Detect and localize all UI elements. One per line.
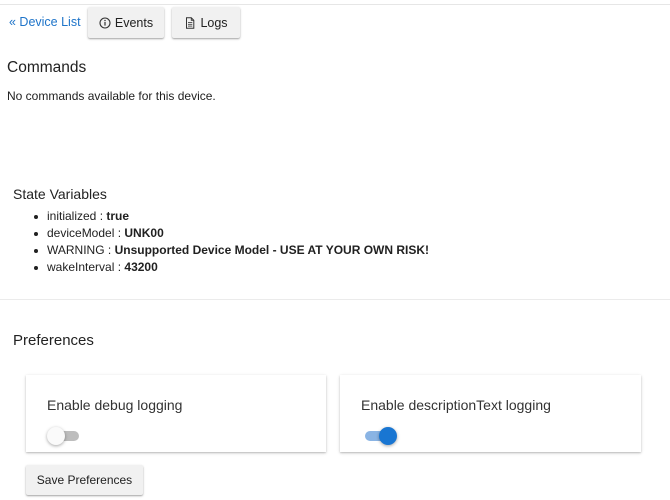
- state-variables-list: initialized : true deviceModel : UNK00 W…: [32, 208, 429, 276]
- top-divider: [0, 4, 670, 5]
- state-variable-item: wakeInterval : 43200: [32, 259, 429, 276]
- debug-logging-toggle[interactable]: [47, 427, 83, 445]
- state-variables-heading: State Variables: [13, 186, 107, 202]
- preferences-heading: Preferences: [13, 332, 94, 349]
- state-variable-key: initialized: [47, 209, 97, 223]
- state-variable-key: deviceModel: [47, 226, 115, 240]
- save-preferences-button[interactable]: Save Preferences: [26, 465, 143, 495]
- state-variable-separator: :: [96, 209, 107, 223]
- events-button-label: Events: [114, 15, 154, 30]
- state-variable-key: wakeInterval: [47, 260, 115, 274]
- description-text-logging-card: Enable descriptionText logging: [340, 375, 641, 452]
- state-variable-value: Unsupported Device Model - USE AT YOUR O…: [114, 243, 430, 257]
- commands-heading: Commands: [7, 59, 87, 76]
- state-variable-value: UNK00: [124, 226, 164, 240]
- state-variable-separator: :: [114, 226, 125, 240]
- device-page: « Device List Events Logs Commands No co…: [0, 0, 670, 500]
- commands-empty-message: No commands available for this device.: [7, 89, 216, 103]
- description-text-logging-label: Enable descriptionText logging: [361, 397, 551, 413]
- toggle-thumb: [379, 427, 397, 445]
- debug-logging-label: Enable debug logging: [47, 397, 183, 413]
- toggle-thumb: [47, 427, 65, 445]
- state-variable-value: true: [106, 209, 130, 223]
- logs-button[interactable]: Logs: [172, 7, 240, 38]
- device-list-link[interactable]: « Device List: [9, 15, 81, 29]
- state-variable-item: WARNING : Unsupported Device Model - USE…: [32, 242, 429, 259]
- document-icon: [184, 16, 196, 29]
- state-variable-separator: :: [114, 260, 125, 274]
- state-variable-value: 43200: [124, 260, 158, 274]
- logs-button-label: Logs: [200, 15, 228, 30]
- debug-logging-card: Enable debug logging: [26, 375, 326, 452]
- section-divider: [0, 299, 670, 300]
- info-icon: [99, 16, 111, 29]
- events-button[interactable]: Events: [88, 7, 164, 38]
- state-variable-item: initialized : true: [32, 208, 429, 225]
- description-text-logging-toggle[interactable]: [361, 427, 397, 445]
- state-variable-separator: :: [104, 243, 115, 257]
- state-variable-item: deviceModel : UNK00: [32, 225, 429, 242]
- state-variable-key: WARNING: [47, 243, 105, 257]
